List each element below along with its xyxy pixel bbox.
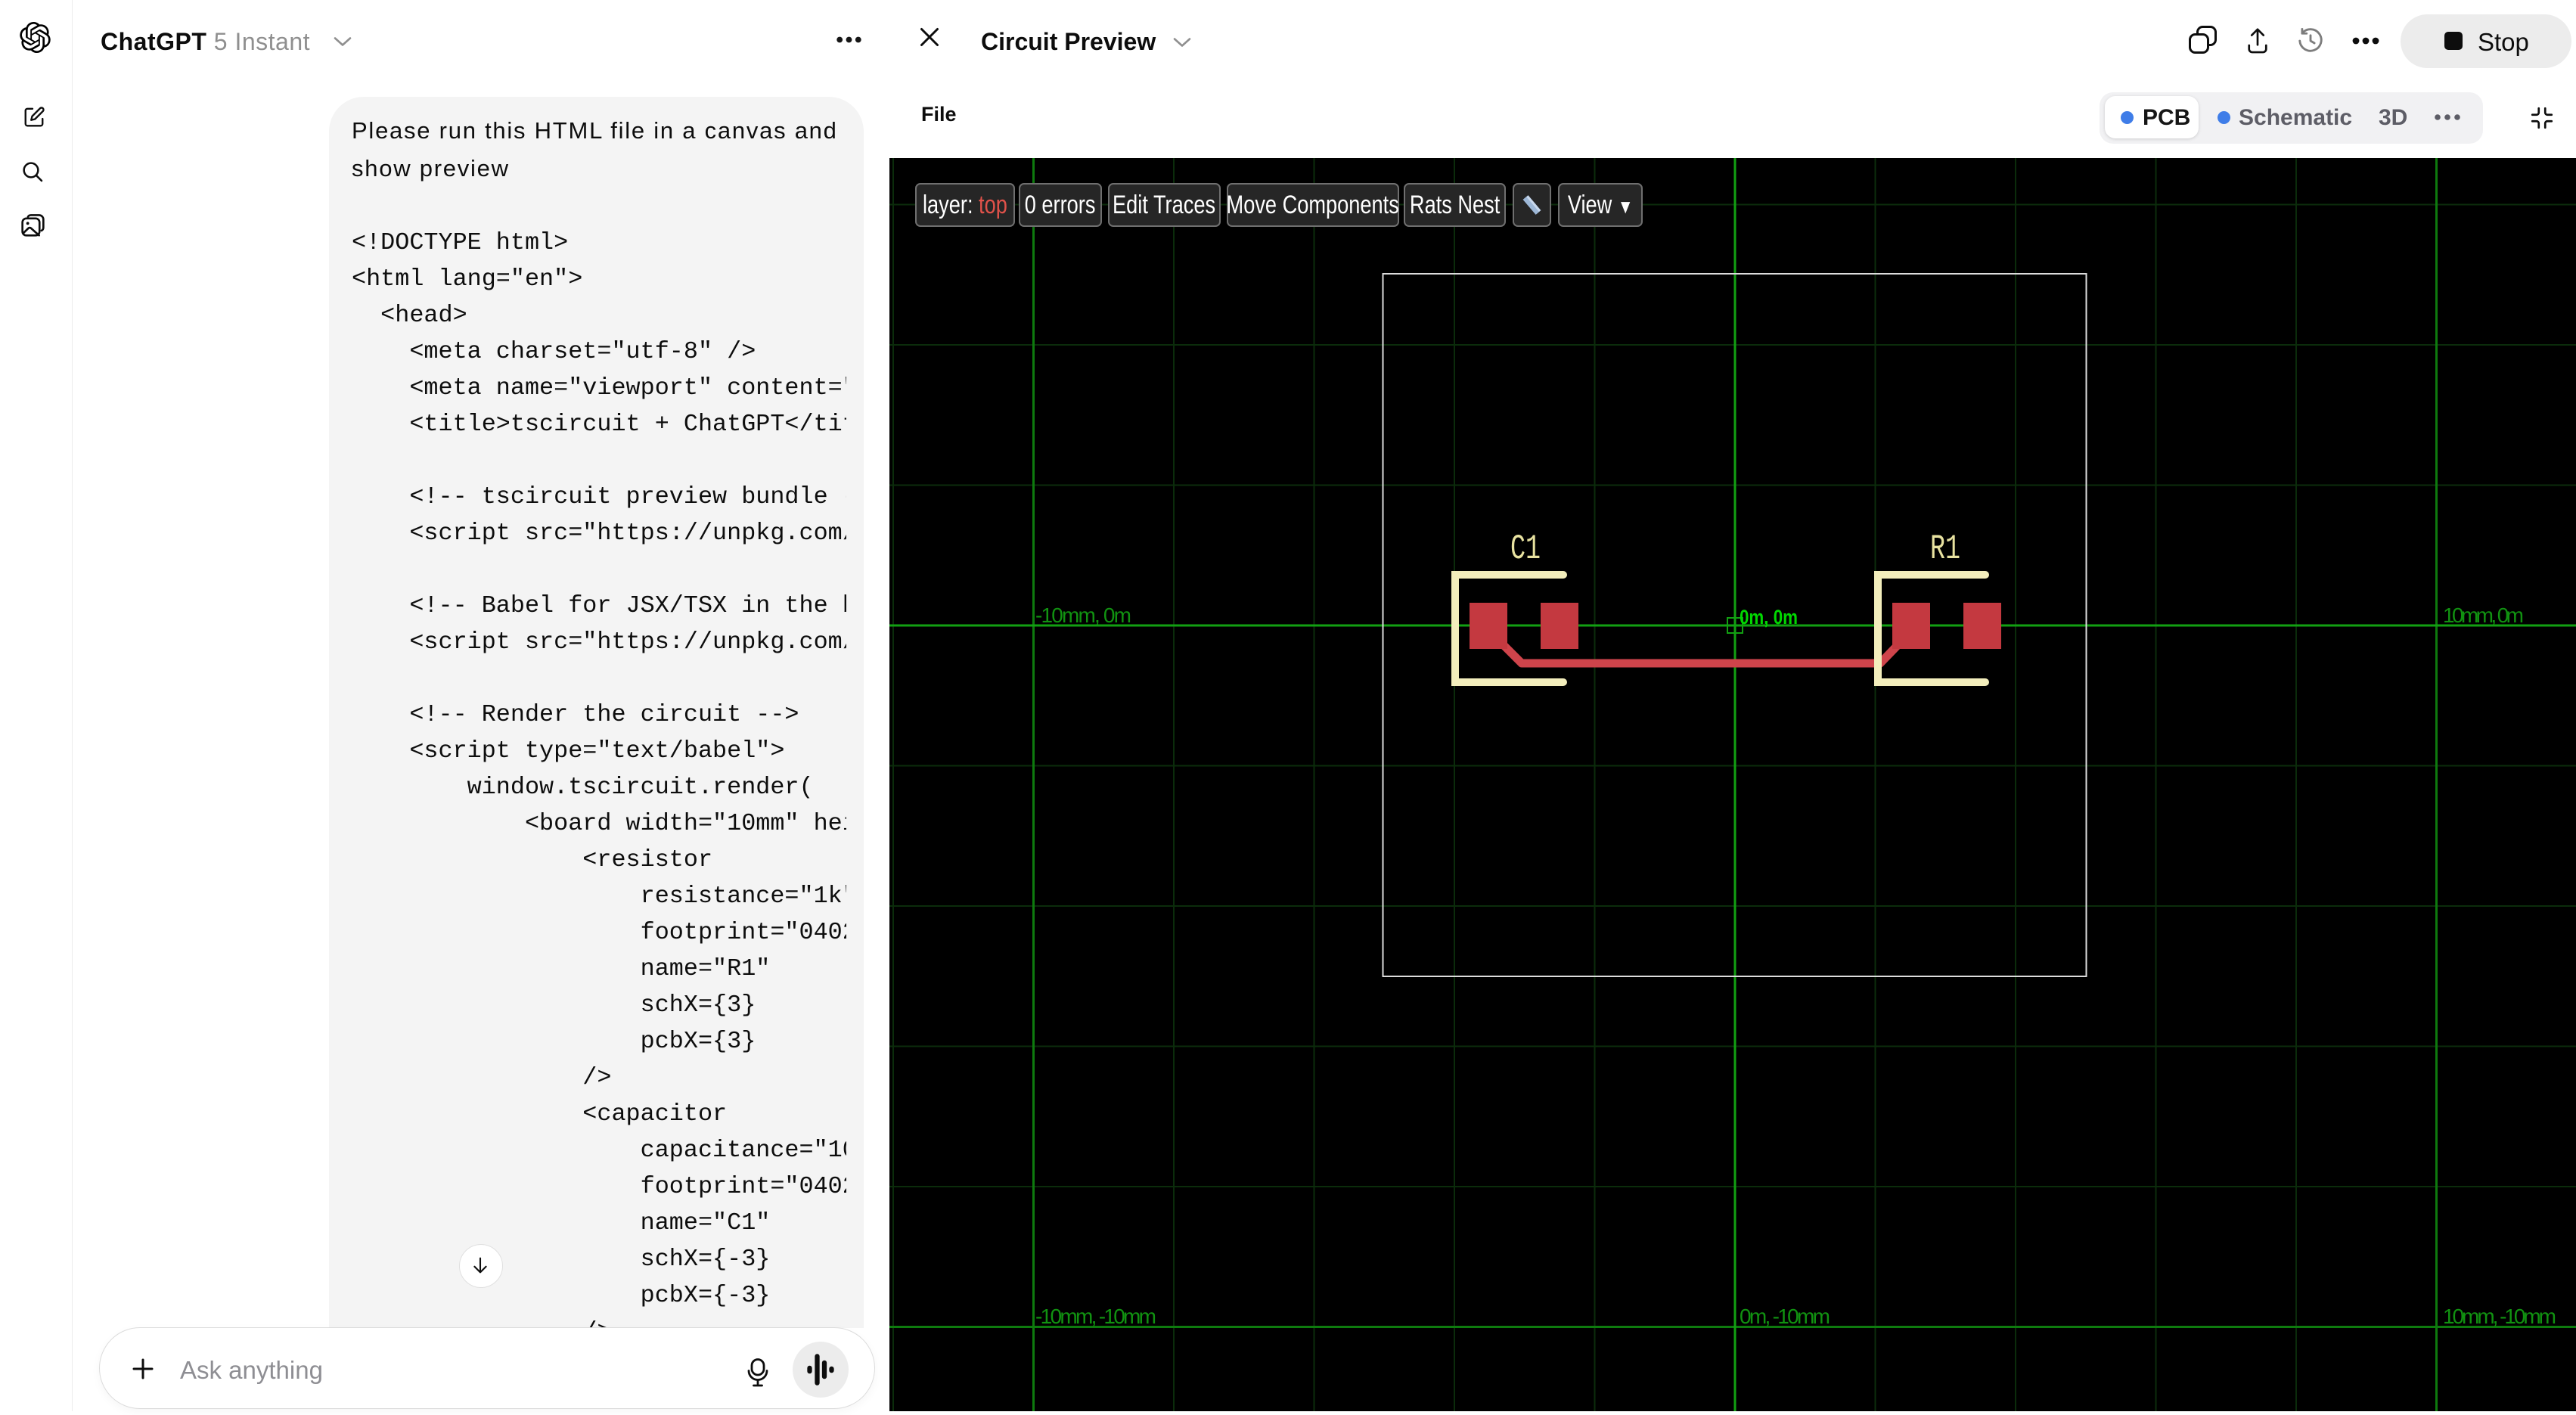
svg-text:R1: R1 — [1930, 529, 1960, 569]
svg-text:0m, 0m: 0m, 0m — [1740, 606, 1798, 628]
svg-text:-10mm, 0m: -10mm, 0m — [1035, 604, 1131, 627]
svg-text:C1: C1 — [1510, 529, 1541, 569]
svg-text:10mm, 0m: 10mm, 0m — [2443, 604, 2524, 627]
svg-text:0m, -10mm: 0m, -10mm — [1740, 1305, 1830, 1328]
svg-text:-10mm, -10mm: -10mm, -10mm — [1035, 1305, 1156, 1328]
svg-text:10mm, -10mm: 10mm, -10mm — [2443, 1305, 2556, 1328]
